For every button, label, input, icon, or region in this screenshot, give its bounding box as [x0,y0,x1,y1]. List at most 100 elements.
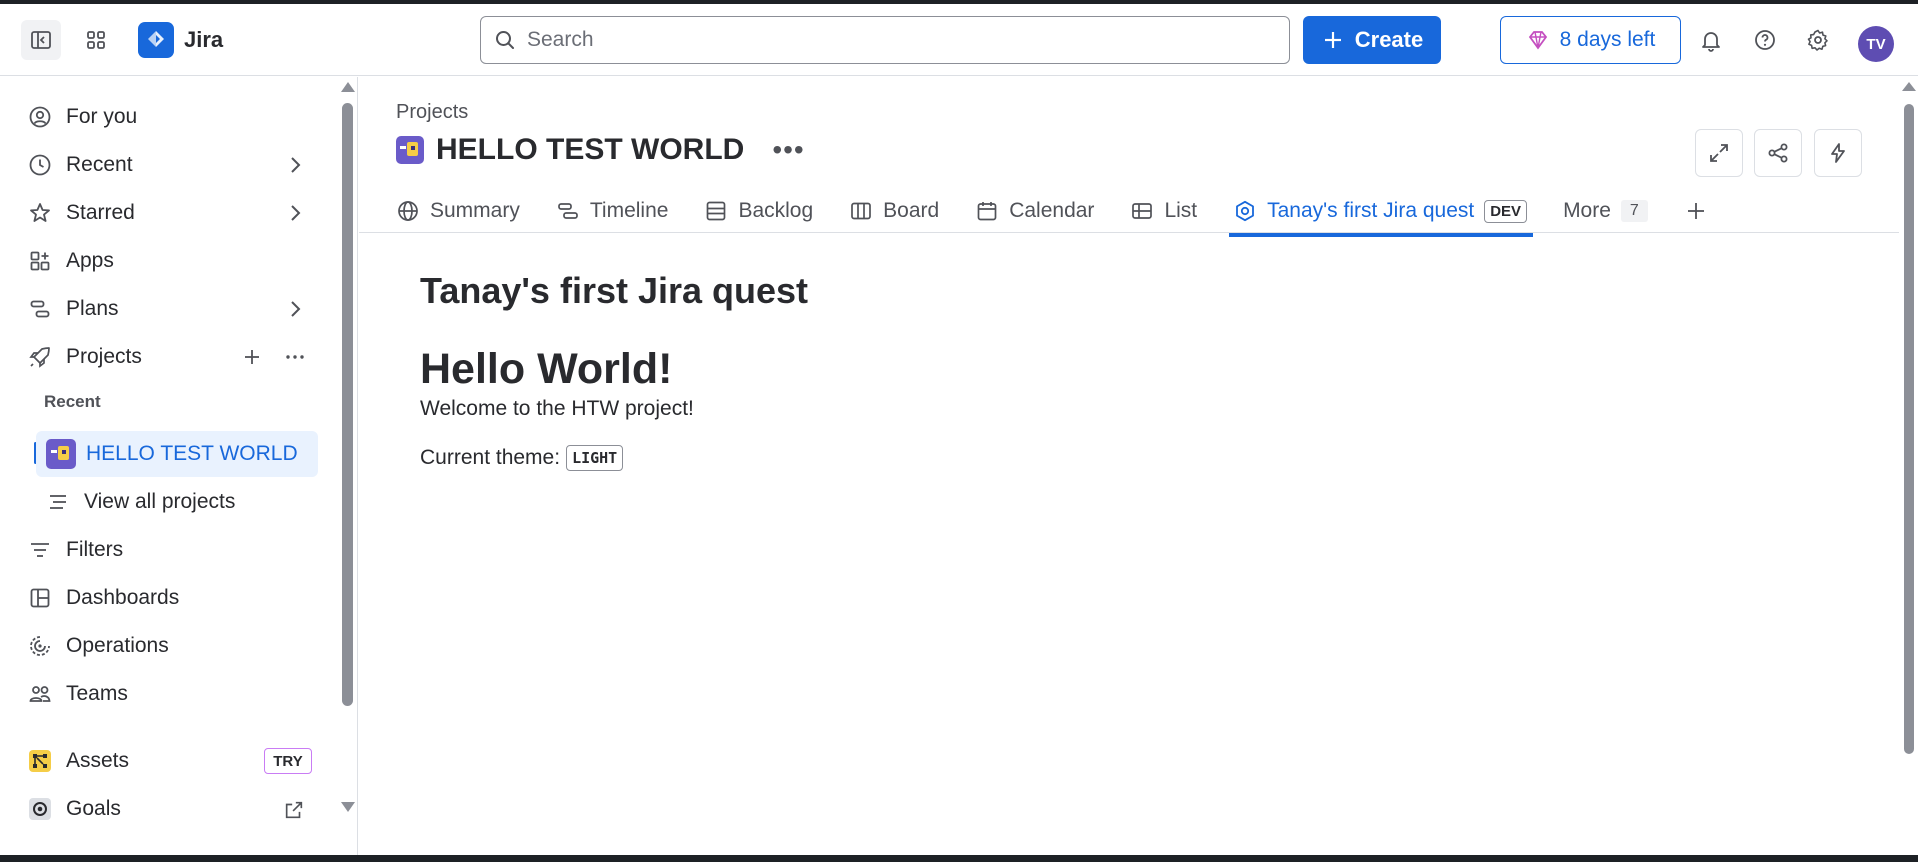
lightning-icon [1831,143,1845,163]
help-button[interactable] [1745,20,1785,60]
theme-label: Current theme: [420,446,561,469]
tab-label: Board [883,199,940,222]
plans-icon [30,300,50,318]
user-avatar[interactable]: TV [1858,26,1894,62]
sidebar-scroll-thumb[interactable] [342,103,353,706]
tab-tanays-first-jira-quest[interactable]: Tanay's first Jira quest DEV [1229,189,1533,237]
sidebar-item-label: Teams [66,682,128,705]
sidebar-item-apps[interactable]: Apps [28,241,114,281]
sidebar-item-label: Operations [66,634,169,657]
sidebar-toggle-button[interactable] [21,20,61,60]
tab-summary[interactable]: Summary [396,189,520,233]
hello-heading: Hello World! [420,345,673,393]
search-input[interactable] [527,28,1267,52]
list-lines-icon [50,495,66,509]
sidebar-item-label: For you [66,105,138,128]
sidebar-item-teams[interactable]: Teams [28,674,128,714]
sidebar-item-for-you[interactable]: For you [28,97,137,137]
operations-icon [30,636,50,656]
sidebar-item-label: Dashboards [66,586,180,609]
tab-label: Summary [430,199,520,222]
tab-label: Backlog [738,199,814,222]
dev-badge: DEV [1484,199,1528,223]
breadcrumb[interactable]: Projects [396,101,468,124]
sidebar-project-hello-test-world[interactable]: HELLO TEST WORLD [36,431,318,477]
theme-line: Current theme: LIGHT [420,445,624,471]
scroll-down-arrow-icon[interactable] [341,802,355,812]
share-button[interactable] [1754,129,1802,177]
external-link-icon[interactable] [283,799,305,821]
chevron-right-icon[interactable] [283,153,307,177]
app-hex-icon [1236,200,1255,222]
tab-timeline[interactable]: Timeline [556,189,668,233]
calendar-icon [977,202,997,221]
sidebar-item-label: Projects [66,345,142,368]
top-navigation: Jira Create 8 days left TV [0,4,1918,76]
sidebar-item-recent[interactable]: Recent [28,145,133,185]
clock-icon [29,154,51,176]
create-button[interactable]: Create [1303,16,1441,64]
project-icon [46,439,76,469]
scroll-up-arrow-icon[interactable] [341,82,355,92]
tab-backlog[interactable]: Backlog [704,189,813,233]
chevron-right-icon[interactable] [283,297,307,321]
sidebar-item-operations[interactable]: Operations [28,626,169,666]
sidebar-item-starred[interactable]: Starred [28,193,135,233]
backlog-icon [707,201,726,221]
filter-icon [31,543,49,557]
tab-calendar[interactable]: Calendar [975,189,1094,233]
main-scroll-thumb[interactable] [1904,104,1914,754]
sidebar-item-label: Starred [66,201,135,224]
sidebar-item-filters[interactable]: Filters [28,530,123,570]
star-icon [30,203,50,222]
more-count-badge: 7 [1620,200,1648,222]
tab-more[interactable]: More 7 [1563,189,1648,233]
app-grid-icon [87,31,105,49]
globe-icon [398,201,418,221]
jira-logo-icon [138,22,174,58]
fullscreen-button[interactable] [1695,129,1743,177]
more-options-icon[interactable] [283,345,307,369]
tab-label: List [1164,199,1198,222]
user-circle-icon [29,106,51,128]
chevron-right-icon[interactable] [283,201,307,225]
try-badge[interactable]: TRY [264,748,312,774]
tabs-divider [359,232,1899,233]
notifications-button[interactable] [1691,20,1731,60]
sidebar-item-plans[interactable]: Plans [28,289,119,329]
sidebar-item-assets[interactable]: Assets [28,741,129,781]
trial-button[interactable]: 8 days left [1500,16,1681,64]
tab-list[interactable]: List [1130,189,1197,233]
tab-label: Calendar [1009,199,1095,222]
tab-board[interactable]: Board [849,189,939,233]
apps-icon [30,251,50,271]
app-switcher-button[interactable] [76,20,116,60]
timeline-icon [558,203,578,219]
main-scroll-up-arrow-icon[interactable] [1902,82,1916,91]
app-content-title: Tanay's first Jira quest [420,270,809,311]
search-box[interactable] [480,16,1290,64]
sidebar-collapse-icon [31,31,51,49]
tab-label: More [1563,199,1611,222]
automation-button[interactable] [1814,129,1862,177]
jira-home-link[interactable]: Jira [138,22,223,58]
sidebar-item-label: Goals [66,797,121,820]
sidebar-item-projects[interactable]: Projects [28,337,142,377]
view-all-label: View all projects [84,490,236,513]
settings-button[interactable] [1798,20,1838,60]
add-tab-button[interactable] [1684,189,1708,233]
tab-label: Tanay's first Jira quest [1267,199,1475,222]
main-content: Projects HELLO TEST WORLD ••• Summary Ti… [359,77,1901,855]
expand-icon [1710,144,1728,162]
sidebar-item-label: Assets [66,749,130,772]
goals-icon [29,798,51,820]
view-all-projects-link[interactable]: View all projects [46,482,235,522]
project-name: HELLO TEST WORLD [86,442,298,465]
plus-icon [1687,203,1704,219]
add-project-icon[interactable] [240,345,264,369]
project-more-button[interactable]: ••• [772,134,804,166]
sidebar-item-goals[interactable]: Goals [28,789,121,829]
sidebar-item-label: Apps [66,249,114,272]
sidebar-item-label: Filters [66,538,124,561]
sidebar-item-dashboards[interactable]: Dashboards [28,578,179,618]
